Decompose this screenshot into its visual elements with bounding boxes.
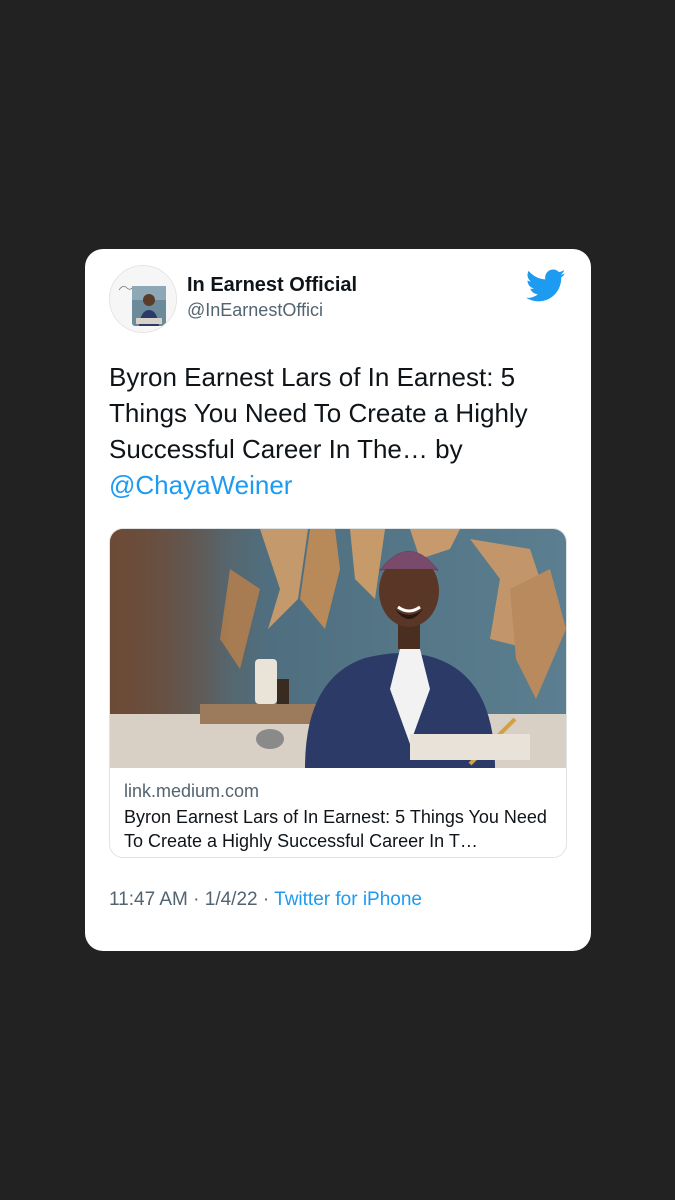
tweet-text: Byron Earnest Lars of In Earnest: 5 Thin… — [109, 359, 569, 503]
author-name[interactable]: In Earnest Official — [187, 274, 357, 297]
link-domain: link.medium.com — [124, 781, 260, 801]
preview-photo — [110, 529, 566, 768]
tweet-body: Byron Earnest Lars of In Earnest: 5 Thin… — [109, 362, 528, 464]
meta-separator: · — [262, 889, 270, 910]
author-avatar[interactable] — [109, 265, 177, 333]
meta-separator: · — [193, 889, 200, 910]
author-handle[interactable]: @InEarnestOffici — [187, 300, 323, 321]
tweet-time[interactable]: 11:47 AM — [109, 889, 188, 910]
twitter-bird-icon — [526, 269, 566, 302]
tweet-date[interactable]: 1/4/22 — [205, 889, 258, 910]
tweet-card[interactable]: In Earnest Official @InEarnestOffici Byr… — [85, 249, 591, 951]
link-title[interactable]: Byron Earnest Lars of In Earnest: 5 Thin… — [124, 805, 554, 853]
link-preview-image[interactable] — [110, 529, 566, 768]
tweet-source[interactable]: Twitter for iPhone — [274, 889, 422, 910]
avatar-photo — [110, 266, 176, 332]
mention-link[interactable]: @ChayaWeiner — [109, 470, 292, 500]
link-preview-card[interactable]: link.medium.com Byron Earnest Lars of In… — [109, 528, 567, 858]
tweet-meta: 11:47 AM · 1/4/22 · Twitter for iPhone — [109, 889, 422, 911]
